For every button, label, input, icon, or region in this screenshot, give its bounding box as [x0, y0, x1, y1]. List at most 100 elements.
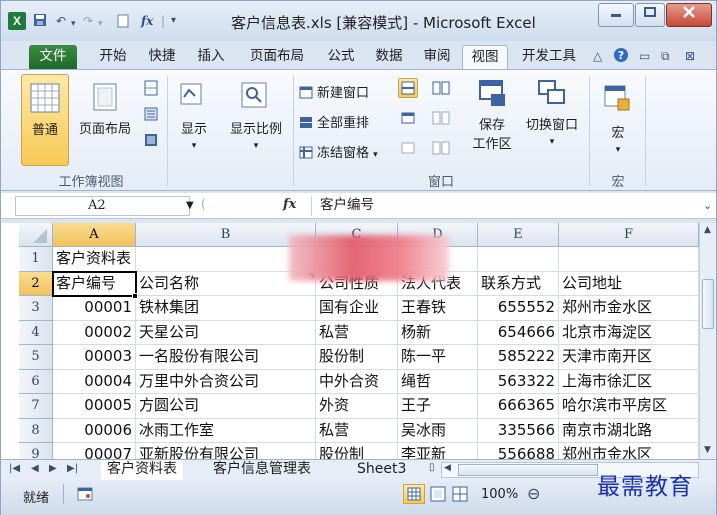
- sheet-tab-customer-management[interactable]: 客户信息管理表: [207, 460, 317, 480]
- address-cell[interactable]: 北京市海淀区: [559, 320, 699, 345]
- scroll-left-icon[interactable]: ◀: [444, 463, 451, 473]
- header-cell[interactable]: 公司地址: [559, 271, 699, 296]
- sheet-tab-customer-data[interactable]: 客户资料表: [101, 460, 183, 480]
- legal-rep-cell[interactable]: 王子: [398, 394, 478, 419]
- contact-cell[interactable]: 563322: [478, 369, 559, 394]
- normal-view-button[interactable]: 普通: [21, 74, 69, 166]
- customize-quick-access-icon[interactable]: ▾: [171, 14, 176, 28]
- tab-home[interactable]: 开始: [93, 45, 133, 69]
- row-header[interactable]: 7: [19, 394, 53, 419]
- contact-cell[interactable]: 335566: [478, 418, 559, 443]
- excel-logo-icon[interactable]: X: [8, 12, 26, 30]
- tab-data[interactable]: 数据: [369, 45, 409, 69]
- legal-rep-cell[interactable]: 陈一平: [398, 345, 478, 370]
- help-icon[interactable]: ?: [613, 47, 629, 66]
- switch-windows-button[interactable]: 切换窗口 ▾: [519, 76, 585, 162]
- show-button[interactable]: 显示 ▾: [173, 78, 215, 158]
- tab-insert[interactable]: 插入: [191, 45, 231, 69]
- tab-view[interactable]: 视图: [462, 45, 508, 69]
- minimize-button[interactable]: [598, 3, 634, 27]
- tab-shortcuts[interactable]: 快捷: [142, 45, 182, 69]
- formula-content[interactable]: 客户编号: [311, 196, 701, 216]
- row-header[interactable]: 3: [19, 296, 53, 321]
- ribbon-minimize-icon[interactable]: △: [593, 49, 602, 63]
- row-header[interactable]: 4: [19, 320, 53, 345]
- contact-cell[interactable]: 654666: [478, 320, 559, 345]
- customer-id-cell[interactable]: 00006: [53, 418, 136, 443]
- tab-formulas[interactable]: 公式: [321, 45, 361, 69]
- save-icon[interactable]: [33, 13, 47, 30]
- legal-rep-cell[interactable]: 吴冰雨: [398, 418, 478, 443]
- split-button[interactable]: [398, 78, 418, 98]
- sheet-tab-sheet3[interactable]: Sheet3: [351, 460, 412, 480]
- redo-dropdown-icon[interactable]: ▾: [98, 17, 103, 31]
- zoom-button[interactable]: 显示比例 ▾: [221, 78, 291, 158]
- company-type-cell[interactable]: 国有企业: [316, 296, 398, 321]
- undo-icon[interactable]: ↶: [56, 14, 66, 28]
- company-name-cell[interactable]: 方圆公司: [136, 394, 316, 419]
- page-break-preview-icon[interactable]: [143, 80, 159, 96]
- synchronous-scrolling-icon[interactable]: [432, 110, 450, 126]
- workbook-close-icon[interactable]: ⊠: [685, 49, 695, 63]
- row-header[interactable]: 1: [19, 247, 53, 272]
- legal-rep-cell[interactable]: 李亚新: [398, 443, 478, 459]
- save-workspace-button[interactable]: 保存 工作区: [467, 76, 517, 162]
- company-name-cell[interactable]: 天星公司: [136, 320, 316, 345]
- horizontal-scroll-thumb[interactable]: [458, 464, 598, 476]
- row-header[interactable]: 8: [19, 418, 53, 443]
- address-cell[interactable]: 天津市南开区: [559, 345, 699, 370]
- contact-cell[interactable]: 585222: [478, 345, 559, 370]
- hide-window-icon[interactable]: [400, 110, 416, 126]
- company-name-cell[interactable]: 铁林集团: [136, 296, 316, 321]
- page-break-status-icon[interactable]: [451, 486, 469, 502]
- new-window-button[interactable]: 新建窗口: [299, 82, 369, 101]
- prev-sheet-icon[interactable]: ◀: [31, 463, 39, 474]
- maximize-button[interactable]: [635, 3, 665, 27]
- legal-rep-cell[interactable]: 绳哲: [398, 369, 478, 394]
- next-sheet-icon[interactable]: ▶: [49, 463, 57, 474]
- full-screen-icon[interactable]: [143, 132, 159, 148]
- vertical-scrollbar[interactable]: ▲ ▼: [699, 223, 716, 459]
- undo-dropdown-icon[interactable]: ▾: [71, 17, 76, 31]
- customer-id-cell[interactable]: 00003: [53, 345, 136, 370]
- header-cell[interactable]: 联系方式: [478, 271, 559, 296]
- contact-cell[interactable]: 655552: [478, 296, 559, 321]
- contact-cell[interactable]: 666365: [478, 394, 559, 419]
- contact-cell[interactable]: 556688: [478, 443, 559, 459]
- formula-bar-resize-icon[interactable]: (: [201, 197, 206, 211]
- redo-icon[interactable]: ↷: [83, 14, 93, 28]
- row-header[interactable]: 9: [19, 443, 53, 459]
- company-type-cell[interactable]: 中外合资: [316, 369, 398, 394]
- workbook-minimize-icon[interactable]: ▭: [639, 49, 650, 63]
- tab-file[interactable]: 文件: [29, 45, 77, 69]
- macro-record-icon[interactable]: [77, 487, 93, 501]
- customer-id-cell[interactable]: 00005: [53, 394, 136, 419]
- row-header[interactable]: 2: [19, 271, 53, 296]
- custom-views-icon[interactable]: [143, 106, 159, 122]
- scroll-up-icon[interactable]: ▲: [704, 225, 711, 235]
- zoom-out-icon[interactable]: ⊖: [527, 484, 540, 503]
- legal-rep-cell[interactable]: 王春铁: [398, 296, 478, 321]
- company-type-cell[interactable]: 股份制: [316, 345, 398, 370]
- view-side-by-side-icon[interactable]: [432, 80, 450, 96]
- address-cell[interactable]: 郑州市金水区: [559, 296, 699, 321]
- column-header-a[interactable]: A: [53, 223, 136, 247]
- close-button[interactable]: [666, 3, 712, 27]
- address-cell[interactable]: 上海市徐汇区: [559, 369, 699, 394]
- company-name-cell[interactable]: 一名股份有限公司: [136, 345, 316, 370]
- name-box[interactable]: A2 ▼: [15, 196, 194, 216]
- insert-function-icon[interactable]: fx: [141, 14, 153, 28]
- arrange-all-button[interactable]: 全部重排: [299, 112, 369, 131]
- name-box-dropdown-icon[interactable]: ▼: [186, 197, 194, 215]
- empty-cell[interactable]: [559, 247, 699, 272]
- zoom-level[interactable]: 100%: [481, 487, 518, 502]
- row-header[interactable]: 6: [19, 369, 53, 394]
- company-name-cell[interactable]: 冰雨工作室: [136, 418, 316, 443]
- select-all-corner[interactable]: [19, 223, 53, 247]
- new-file-icon[interactable]: [117, 14, 129, 31]
- address-cell[interactable]: 南京市湖北路: [559, 418, 699, 443]
- first-sheet-icon[interactable]: |◀: [9, 463, 20, 474]
- company-type-cell[interactable]: 私营: [316, 320, 398, 345]
- tab-review[interactable]: 审阅: [417, 45, 457, 69]
- unhide-window-icon[interactable]: [400, 140, 416, 156]
